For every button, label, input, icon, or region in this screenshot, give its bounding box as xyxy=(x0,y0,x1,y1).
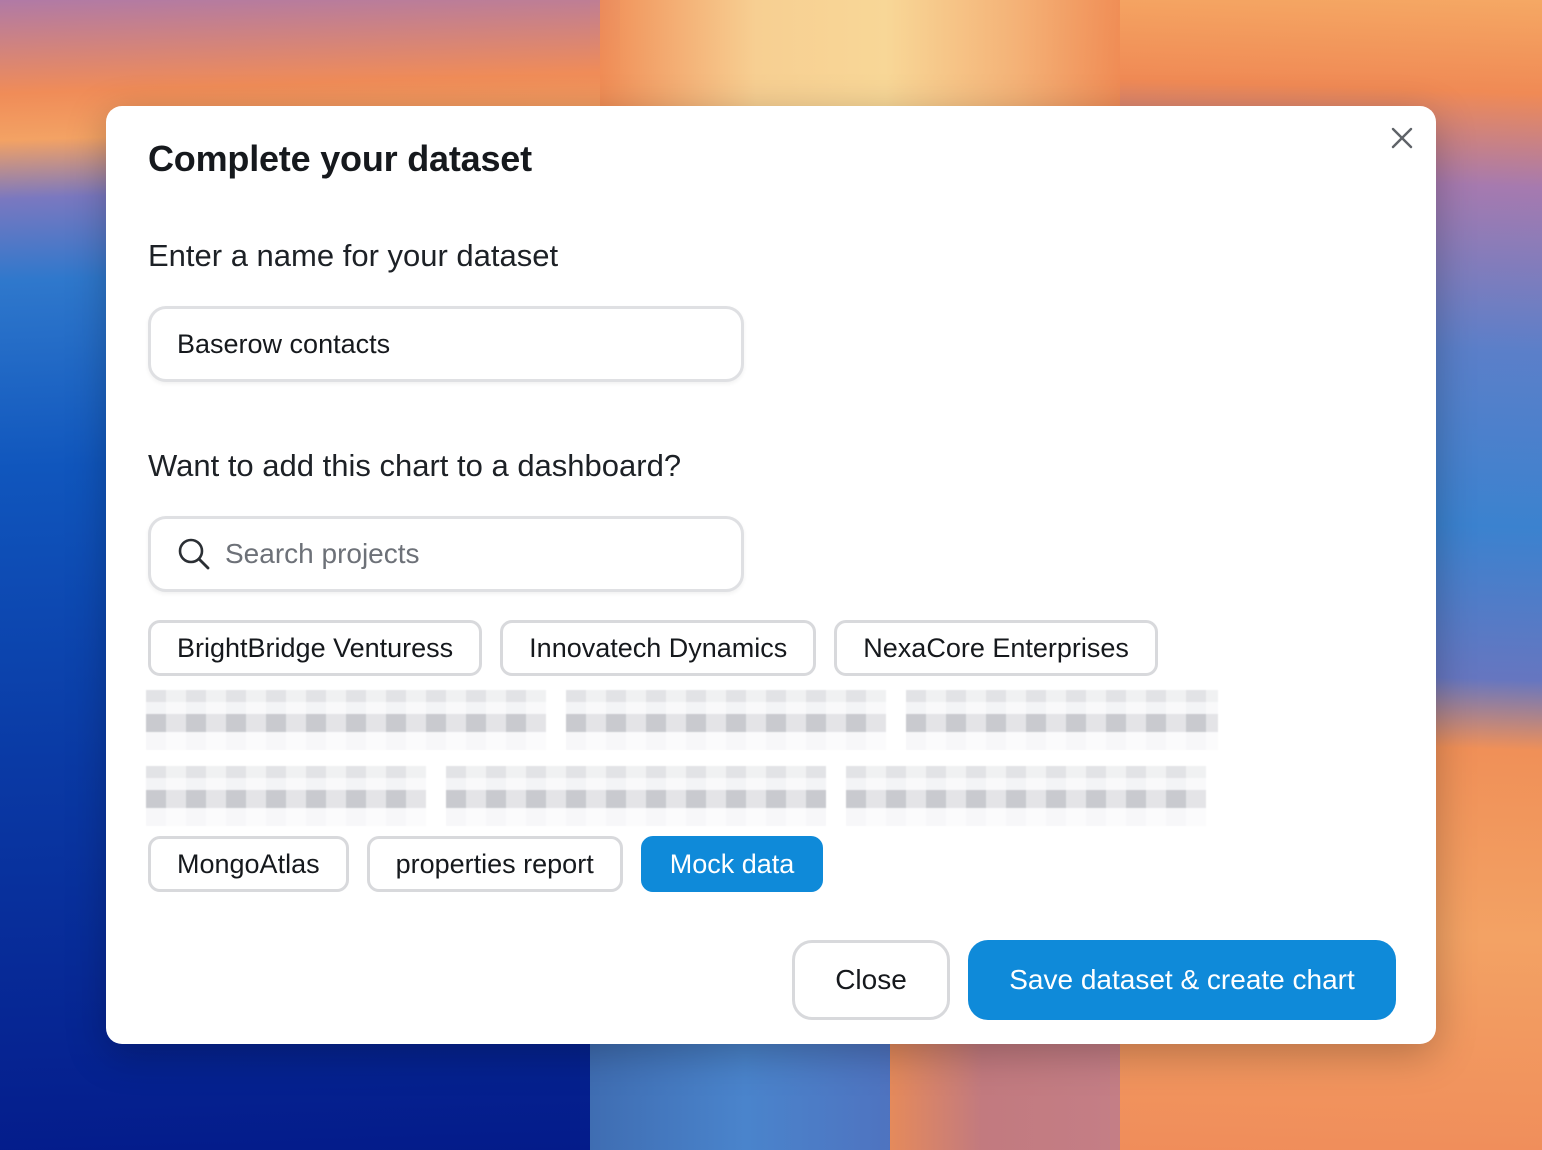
project-chip-selected[interactable]: Mock data xyxy=(640,836,824,892)
redacted-project-chips xyxy=(146,766,1206,826)
redacted-chip[interactable] xyxy=(906,690,1218,750)
redacted-chip[interactable] xyxy=(846,766,1206,826)
redacted-chip[interactable] xyxy=(146,766,426,826)
redacted-chip[interactable] xyxy=(146,690,546,750)
dashboard-question-label: Want to add this chart to a dashboard? xyxy=(148,448,682,483)
dataset-name-label: Enter a name for your dataset xyxy=(148,238,559,273)
search-placeholder[interactable]: Search projects xyxy=(225,538,420,570)
complete-dataset-dialog: Complete your dataset Enter a name for y… xyxy=(106,106,1436,1044)
redacted-project-chips xyxy=(146,690,1218,750)
project-chip[interactable]: NexaCore Enterprises xyxy=(834,620,1158,676)
project-chips-row: MongoAtlas properties report Mock data xyxy=(148,836,824,892)
dataset-name-input[interactable]: Baserow contacts xyxy=(148,306,744,382)
search-projects-input[interactable]: Search projects xyxy=(148,516,744,592)
redacted-chip[interactable] xyxy=(446,766,826,826)
close-icon xyxy=(1391,127,1413,149)
desktop-wallpaper-band xyxy=(890,1040,1120,1150)
dataset-name-value[interactable]: Baserow contacts xyxy=(177,329,390,360)
project-chip[interactable]: BrightBridge Venturess xyxy=(148,620,483,676)
dialog-title: Complete your dataset xyxy=(148,138,532,179)
project-chip[interactable]: MongoAtlas xyxy=(148,836,349,892)
close-button[interactable]: Close xyxy=(792,940,950,1020)
project-chip[interactable]: properties report xyxy=(366,836,623,892)
save-dataset-create-chart-button[interactable]: Save dataset & create chart xyxy=(968,940,1396,1020)
search-icon xyxy=(177,536,213,572)
desktop-wallpaper-glow xyxy=(600,0,1120,110)
close-dialog-button[interactable] xyxy=(1388,124,1416,152)
project-chip[interactable]: Innovatech Dynamics xyxy=(500,620,817,676)
project-chips-row: BrightBridge Venturess Innovatech Dynami… xyxy=(148,620,1158,676)
desktop-wallpaper-band xyxy=(590,1040,900,1150)
redacted-chip[interactable] xyxy=(566,690,886,750)
